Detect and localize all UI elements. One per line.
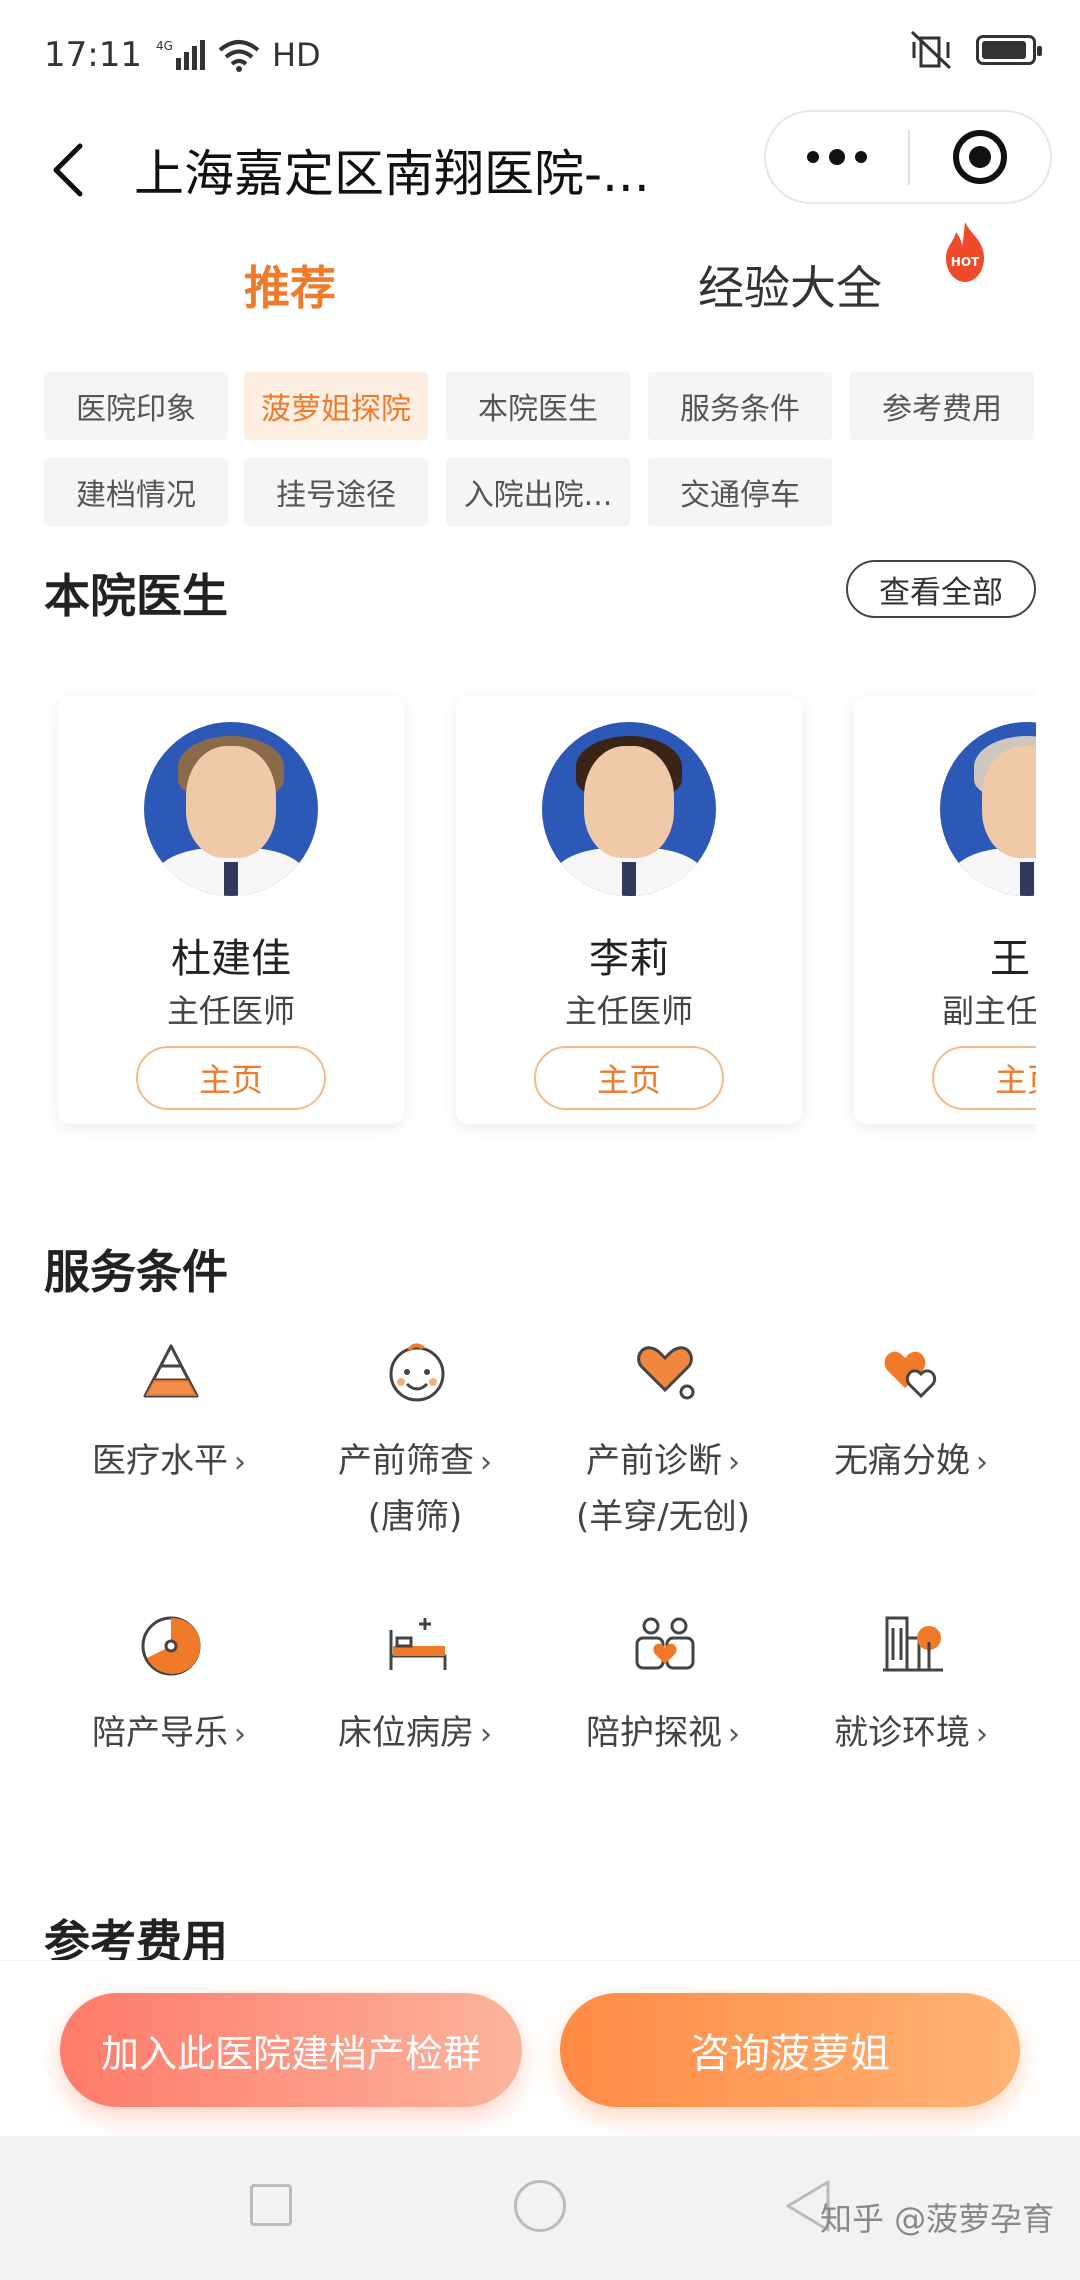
home-button[interactable] [514, 2180, 566, 2232]
dot-icon [855, 151, 867, 163]
service-label: 床位病房 › [338, 1713, 492, 1753]
consult-button[interactable]: 咨询菠萝姐 [560, 1993, 1020, 2107]
title-bar: 上海嘉定区南翔医院-... [0, 110, 1080, 240]
bed-icon [389, 1618, 447, 1670]
service-doula[interactable]: 陪产导乐 › [44, 1612, 294, 1812]
top-tabs: 推荐 经验大全 HOT [0, 222, 1080, 350]
chip-filing[interactable]: 建档情况 [44, 458, 228, 526]
target-icon [952, 130, 1007, 184]
doctor-title: 副主任 [942, 992, 1036, 1030]
music-disc-icon [141, 1616, 201, 1676]
back-button[interactable] [38, 130, 98, 210]
recent-apps-button[interactable] [250, 2184, 292, 2226]
service-medical-level[interactable]: 医疗水平 › [44, 1340, 294, 1540]
bottom-action-bar: 加入此医院建档产检群 咨询菠萝姐 [0, 1960, 1080, 2136]
signal-indicators: 4G HD [156, 36, 321, 74]
service-label: 陪护探视 › [586, 1713, 740, 1753]
doctor-home-button[interactable]: 主页 [932, 1046, 1036, 1110]
doctor-carousel[interactable]: 杜建佳 主任医师 主页 李莉 主任医师 主页 王 副主任 主页 [44, 680, 1036, 1150]
watermark-text: 知乎 @菠萝孕育 [820, 2200, 1055, 2238]
pyramid-icon [143, 1344, 199, 1398]
service-label: 无痛分娩 › [834, 1441, 988, 1481]
hearts-icon [884, 1351, 937, 1399]
doctor-avatar [542, 722, 716, 896]
dot-icon [807, 151, 819, 163]
status-time: 17:11 [44, 35, 142, 75]
page-title: 上海嘉定区南翔医院-... [134, 145, 650, 203]
signal-icon: 4G [156, 39, 205, 70]
doctor-name: 王 [990, 936, 1030, 982]
dot-icon [829, 149, 845, 165]
hot-flame-icon: HOT [946, 222, 984, 282]
doctors-section-title: 本院医生 [44, 569, 228, 623]
companions-icon [635, 1617, 695, 1670]
building-tree-icon [883, 1616, 943, 1672]
chip-services[interactable]: 服务条件 [648, 372, 832, 440]
doctor-home-button[interactable]: 主页 [534, 1046, 724, 1110]
tab-recommend[interactable]: 推荐 [244, 252, 336, 318]
chip-fees[interactable]: 参考费用 [850, 372, 1034, 440]
doctor-name: 李莉 [589, 936, 669, 982]
close-miniapp-button[interactable] [910, 112, 1050, 202]
doctor-avatar [144, 722, 318, 896]
baby-face-icon [389, 1343, 445, 1402]
hot-badge-text: HOT [951, 255, 980, 269]
join-group-button[interactable]: 加入此医院建档产检群 [60, 1993, 522, 2107]
svg-text:4G: 4G [156, 39, 173, 53]
wifi-icon [218, 40, 260, 72]
service-environment[interactable]: 就诊环境 › [786, 1612, 1036, 1812]
service-label: 产前筛查 › (唐筛) [338, 1441, 492, 1537]
doctor-home-button[interactable]: 主页 [136, 1046, 326, 1110]
service-prenatal-diagnosis[interactable]: 产前诊断 › (羊穿/无创) [538, 1340, 788, 1540]
service-beds-wards[interactable]: 床位病房 › [290, 1612, 540, 1812]
miniapp-capsule [764, 110, 1052, 204]
status-bar: 17:11 4G HD [0, 0, 1080, 110]
tab-experience[interactable]: 经验大全 [698, 252, 882, 318]
service-label: 就诊环境 › [834, 1713, 988, 1753]
system-nav-bar: 知乎 @菠萝孕育 [0, 2136, 1080, 2280]
doctor-title: 主任医师 [564, 992, 693, 1030]
status-right [908, 30, 1042, 70]
services-section-title: 服务条件 [44, 1245, 228, 1299]
chip-doctors[interactable]: 本院医生 [446, 372, 630, 440]
service-companion-visit[interactable]: 陪护探视 › [538, 1612, 788, 1812]
hd-indicator: HD [271, 36, 321, 74]
doctor-card[interactable]: 王 副主任 主页 [854, 696, 1036, 1124]
chip-registration[interactable]: 挂号途径 [244, 458, 428, 526]
more-menu-button[interactable] [766, 112, 908, 202]
doctor-card[interactable]: 李莉 主任医师 主页 [456, 696, 802, 1124]
service-label: 医疗水平 › [92, 1441, 246, 1481]
vibrate-mute-icon [910, 30, 952, 70]
doctor-card[interactable]: 杜建佳 主任医师 主页 [58, 696, 404, 1124]
battery-icon [976, 35, 1042, 65]
service-painless-delivery[interactable]: 无痛分娩 › [786, 1340, 1036, 1540]
service-label: 产前诊断 › (羊穿/无创) [576, 1441, 750, 1537]
doctor-avatar [940, 722, 1036, 896]
service-label: 陪产导乐 › [92, 1713, 246, 1753]
doctor-title: 主任医师 [166, 992, 295, 1030]
chip-hospital-impression[interactable]: 医院印象 [44, 372, 228, 440]
chevron-left-icon [53, 143, 83, 197]
see-all-button[interactable]: 查看全部 [846, 560, 1036, 618]
chip-traffic[interactable]: 交通停车 [648, 458, 832, 526]
chip-visit[interactable]: 菠萝姐探院 [244, 372, 428, 440]
chip-admission[interactable]: 入院出院... [446, 458, 630, 526]
service-prenatal-screening[interactable]: 产前筛查 › (唐筛) [290, 1340, 540, 1540]
stethoscope-heart-icon [637, 1346, 695, 1400]
doctor-name: 杜建佳 [171, 936, 291, 982]
